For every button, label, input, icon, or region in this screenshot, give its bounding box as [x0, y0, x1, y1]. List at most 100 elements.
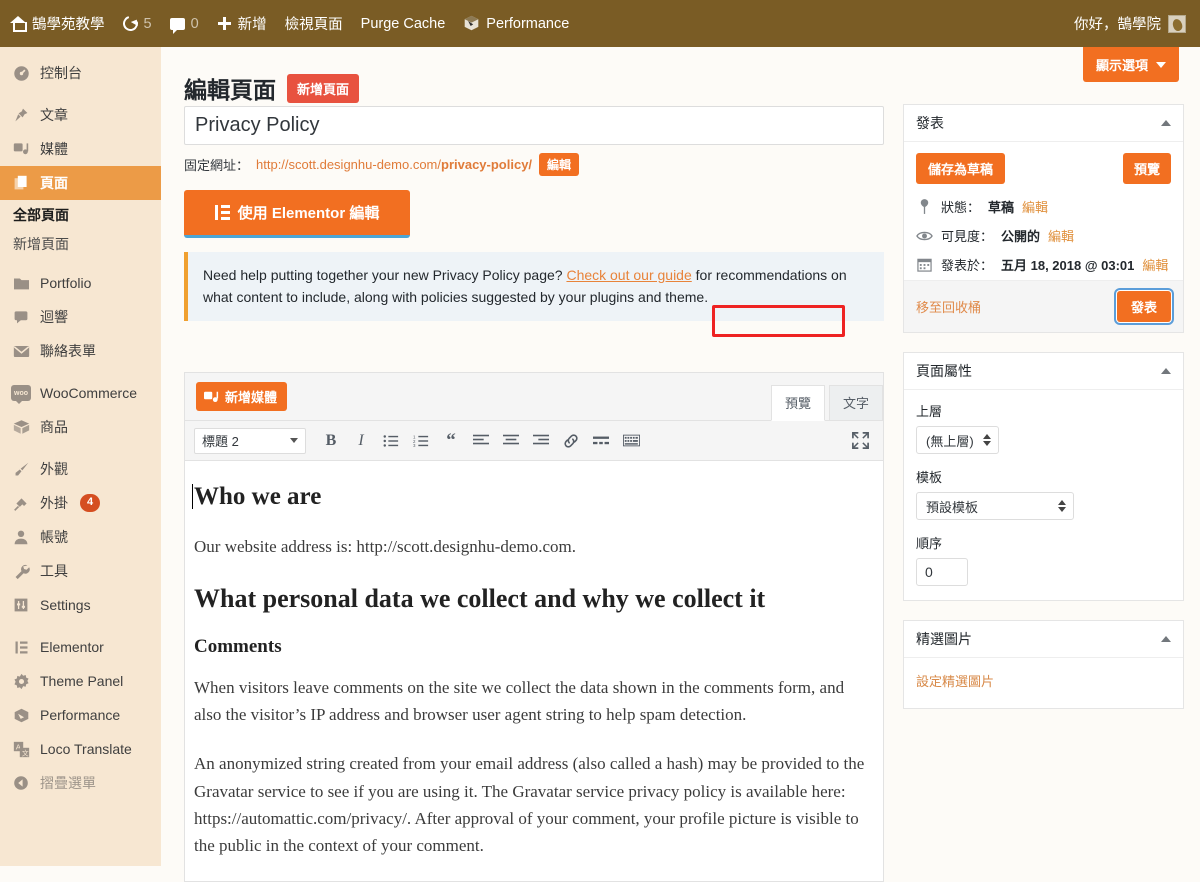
sidebar-item-tools[interactable]: 工具	[0, 554, 161, 588]
chevron-up-icon[interactable]	[1161, 368, 1171, 374]
italic-icon[interactable]: I	[347, 427, 375, 455]
sidebar-subitem-all-pages[interactable]: 全部頁面	[0, 200, 161, 229]
numbered-list-icon[interactable]: 123	[407, 427, 435, 455]
sidebar-item-label: 頁面	[40, 175, 68, 191]
toolbar-toggle-icon[interactable]	[617, 427, 645, 455]
tab-text[interactable]: 文字	[828, 385, 883, 421]
publish-actions: 儲存為草稿 預覽	[904, 142, 1183, 193]
preview-button[interactable]: 預覽	[1122, 153, 1171, 184]
comments-count: 0	[190, 15, 199, 32]
sidebar-subitem-add-new-page[interactable]: 新增頁面	[0, 229, 161, 258]
sidebar-item-label: 迴響	[40, 309, 68, 325]
bulleted-list-icon[interactable]	[377, 427, 405, 455]
post-title-input[interactable]: Privacy Policy	[184, 106, 884, 145]
sidebar-item-label: WooCommerce	[40, 385, 137, 401]
adminbar-site-label: 鵠學苑教學	[32, 17, 105, 33]
status-edit-link[interactable]: 編輯	[1022, 197, 1048, 216]
sidebar-item-performance[interactable]: Performance	[0, 698, 161, 732]
page-icon	[11, 173, 31, 193]
sidebar-item-label: Portfolio	[40, 275, 92, 291]
move-to-trash-link[interactable]: 移至回收桶	[916, 297, 981, 316]
publish-date-row: 發表於： 五月 18, 2018 @ 03:01 編輯	[904, 251, 1183, 280]
template-select-value: 預設模板	[926, 499, 979, 515]
edit-permalink-button[interactable]: 編輯	[539, 153, 580, 176]
featured-image-title: 精選圖片	[916, 631, 972, 647]
cube-icon	[11, 705, 31, 725]
sidebar-item-loco-translate[interactable]: A文 Loco Translate	[0, 732, 161, 766]
sidebar-item-label: Elementor	[40, 639, 104, 655]
status-row: 狀態： 草稿 編輯	[904, 193, 1183, 222]
sidebar-item-products[interactable]: 商品	[0, 410, 161, 444]
screen-options-button[interactable]: 顯示選項	[1082, 47, 1179, 82]
order-input[interactable]: 0	[916, 558, 968, 586]
set-featured-image-link[interactable]: 設定精選圖片	[916, 674, 994, 689]
adminbar-performance[interactable]: Performance	[454, 0, 578, 47]
adminbar-account[interactable]: 你好，鵠學院	[1074, 13, 1200, 34]
publish-button[interactable]: 發表	[1116, 291, 1171, 322]
permalink-row: 固定網址： http://scott.designhu-demo.com/pri…	[184, 153, 580, 176]
sidebar-item-label: 控制台	[40, 65, 82, 81]
check-out-guide-link[interactable]: Check out our guide	[566, 265, 691, 287]
sidebar-item-contact-form[interactable]: 聯絡表單	[0, 334, 161, 368]
sidebar-item-appearance[interactable]: 外觀	[0, 452, 161, 486]
format-select-value: 標題 2	[202, 434, 239, 449]
tab-visual[interactable]: 預覽	[770, 385, 825, 421]
align-right-icon[interactable]	[527, 427, 555, 455]
align-center-icon[interactable]	[497, 427, 525, 455]
read-more-icon[interactable]	[587, 427, 615, 455]
parent-select[interactable]: (無上層)	[916, 426, 999, 454]
sidebar-item-plugins[interactable]: 外掛 4	[0, 486, 161, 520]
add-new-page-button[interactable]: 新增頁面	[287, 73, 360, 103]
publish-box: 發表 儲存為草稿 預覽 狀態： 草稿 編輯 可見度： 公開的 編輯 發表於： 五…	[903, 104, 1184, 333]
adminbar-comments[interactable]: 0	[161, 0, 208, 47]
cube-icon	[463, 15, 480, 32]
permalink-value[interactable]: http://scott.designhu-demo.com/privacy-p…	[256, 157, 532, 172]
chevron-up-icon[interactable]	[1161, 636, 1171, 642]
visibility-edit-link[interactable]: 編輯	[1048, 226, 1074, 245]
sidebar-item-settings[interactable]: Settings	[0, 588, 161, 622]
sidebar-item-media[interactable]: 媒體	[0, 132, 161, 166]
chevron-up-icon[interactable]	[1161, 120, 1171, 126]
save-draft-button[interactable]: 儲存為草稿	[916, 153, 1006, 184]
bold-icon[interactable]: B	[317, 427, 345, 455]
adminbar-howdy: 你好，鵠學院	[1074, 17, 1161, 33]
edit-with-elementor-button[interactable]: 使用 Elementor 編輯	[184, 190, 410, 238]
fullscreen-icon[interactable]	[849, 430, 871, 452]
publish-date-value: 五月 18, 2018 @ 03:01	[1001, 258, 1135, 273]
adminbar-new-label: 新增	[237, 17, 267, 33]
sidebar-item-elementor[interactable]: Elementor	[0, 630, 161, 664]
sidebar-item-woocommerce[interactable]: woo WooCommerce	[0, 376, 161, 410]
sidebar-item-collapse-menu[interactable]: 摺疊選單	[0, 766, 161, 800]
format-select[interactable]: 標題 2	[194, 427, 306, 454]
sidebar-item-label: 外觀	[40, 461, 68, 477]
sidebar-item-users[interactable]: 帳號	[0, 520, 161, 554]
admin-bar: 鵠學苑教學 5 0 新增 檢視頁面 Purge Cache Performanc…	[0, 0, 1200, 47]
menu-separator	[0, 622, 161, 630]
content-heading-comments: Comments	[194, 635, 282, 657]
adminbar-view-page[interactable]: 檢視頁面	[276, 0, 352, 47]
align-left-icon[interactable]	[467, 427, 495, 455]
pin-icon	[916, 198, 933, 215]
sidebar-item-comments[interactable]: 迴響	[0, 300, 161, 334]
editor-content-area[interactable]: Who we are Our website address is: http:…	[185, 461, 883, 881]
sidebar-item-posts[interactable]: 文章	[0, 98, 161, 132]
link-icon[interactable]	[557, 427, 585, 455]
home-icon	[10, 16, 27, 32]
sidebar-item-pages[interactable]: 頁面	[0, 166, 161, 200]
elementor-icon	[214, 205, 230, 220]
template-select[interactable]: 預設模板	[916, 492, 1074, 520]
add-media-button[interactable]: 新增媒體	[196, 382, 288, 411]
publish-date-edit-link[interactable]: 編輯	[1142, 255, 1168, 274]
sidebar-item-theme-panel[interactable]: Theme Panel	[0, 664, 161, 698]
adminbar-performance-label: Performance	[486, 15, 570, 32]
adminbar-new[interactable]: 新增	[208, 0, 276, 47]
adminbar-purge-cache[interactable]: Purge Cache	[352, 0, 455, 47]
sidebar-item-dashboard[interactable]: 控制台	[0, 56, 161, 90]
blockquote-icon[interactable]: “	[437, 427, 465, 455]
adminbar-updates[interactable]: 5	[114, 0, 161, 47]
parent-select-value: (無上層)	[926, 433, 974, 449]
sidebar-item-portfolio[interactable]: Portfolio	[0, 266, 161, 300]
adminbar-site-name[interactable]: 鵠學苑教學	[0, 0, 114, 47]
parent-label: 上層	[916, 404, 943, 419]
menu-separator	[0, 258, 161, 266]
